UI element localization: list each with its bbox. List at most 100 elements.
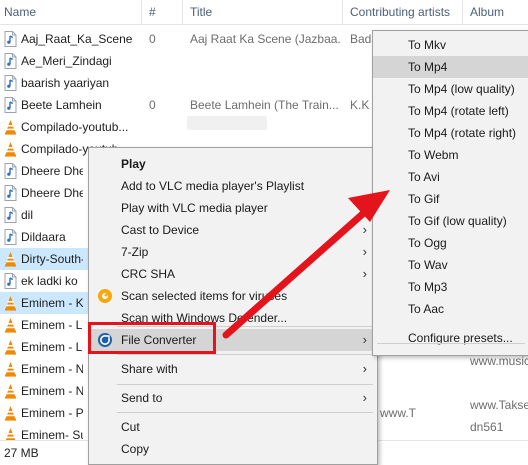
menu-item-label: Scan selected items for viruses xyxy=(121,289,288,303)
submenu-item[interactable]: To Mp4 (rotate right) xyxy=(373,122,528,144)
file-name: Eminem - N xyxy=(21,384,83,398)
file-name: Dildaara xyxy=(21,230,66,244)
file-name: Beete Lamhein xyxy=(21,98,102,112)
vlc-icon xyxy=(5,252,16,267)
track-artist: Bads xyxy=(350,32,374,46)
track-artist: K.K & xyxy=(350,98,374,112)
vlc-icon xyxy=(5,318,16,333)
column-divider[interactable] xyxy=(141,0,142,24)
menu-item-copy[interactable]: Copy xyxy=(89,438,377,460)
audio-file-icon xyxy=(4,97,17,113)
menu-item-label: Add to VLC media player's Playlist xyxy=(121,179,305,193)
audio-file-icon xyxy=(4,229,17,245)
album-cell: www.music xyxy=(470,354,528,368)
menu-item-scan-viruses[interactable]: Scan selected items for viruses xyxy=(89,285,377,307)
submenu-item-label: To Webm xyxy=(408,148,459,162)
column-name[interactable]: Name xyxy=(4,5,36,19)
chevron-right-icon: › xyxy=(362,332,367,347)
submenu-item[interactable]: To Mp4 xyxy=(373,56,528,78)
submenu-item-label: To Gif (low quality) xyxy=(408,214,507,228)
submenu-item[interactable]: To Gif xyxy=(373,188,528,210)
menu-separator xyxy=(117,384,373,385)
vlc-icon xyxy=(5,142,16,157)
blurred-title-cell xyxy=(187,116,267,130)
submenu-item[interactable]: To Gif (low quality) xyxy=(373,210,528,232)
file-name: Eminem - Lo xyxy=(21,340,83,354)
audio-file-icon xyxy=(4,31,17,47)
submenu-item-label: To Mkv xyxy=(408,38,447,52)
track-number: 0 xyxy=(149,98,156,112)
column-number[interactable]: # xyxy=(149,5,156,19)
column-album[interactable]: Album xyxy=(470,5,504,19)
submenu-separator xyxy=(377,343,525,344)
file-name: Dirty-South- xyxy=(21,252,83,266)
submenu-item-label: To Mp4 xyxy=(408,60,448,74)
menu-item-label: CRC SHA xyxy=(121,267,176,281)
menu-item-add-playlist[interactable]: Add to VLC media player's Playlist xyxy=(89,175,377,197)
audio-file-icon xyxy=(4,163,17,179)
file-name: Eminem - Lo xyxy=(21,318,83,332)
chevron-right-icon: › xyxy=(362,361,367,376)
submenu-item[interactable]: To Mp3 xyxy=(373,276,528,298)
audio-file-icon xyxy=(4,273,17,289)
menu-item-share-with[interactable]: Share with › xyxy=(89,358,377,380)
album-cell: dn561 xyxy=(470,420,504,434)
submenu-item-label: To Mp4 (rotate right) xyxy=(408,126,517,140)
menu-item-send-to[interactable]: Send to › xyxy=(89,387,377,409)
column-artists[interactable]: Contributing artists xyxy=(350,5,450,19)
submenu-item-label: To Mp4 (rotate left) xyxy=(408,104,509,118)
menu-item-label: Cut xyxy=(121,420,140,434)
column-divider[interactable] xyxy=(342,0,343,24)
selection-size: 27 MB xyxy=(4,446,39,460)
audio-file-icon xyxy=(4,185,17,201)
menu-item-play[interactable]: Play xyxy=(89,153,377,175)
column-title[interactable]: Title xyxy=(190,5,212,19)
menu-separator xyxy=(117,412,373,413)
file-name: Ae_Meri_Zindagi xyxy=(21,54,112,68)
file-name: Dheere Dheer xyxy=(21,164,83,178)
submenu-item[interactable]: To Avi xyxy=(373,166,528,188)
file-name: Aaj_Raat_Ka_Scene xyxy=(21,32,133,46)
submenu-item[interactable]: To Ogg xyxy=(373,232,528,254)
submenu-item-configure-presets[interactable]: Configure presets... xyxy=(373,327,528,349)
vlc-icon xyxy=(5,384,16,399)
track-title: Aaj Raat Ka Scene (Jazbaa... xyxy=(190,32,340,46)
file-name: Eminem - Ph xyxy=(21,406,83,420)
menu-item-cut[interactable]: Cut xyxy=(89,416,377,438)
context-menu: Play Add to VLC media player's Playlist … xyxy=(88,147,378,465)
submenu-item[interactable]: To Webm xyxy=(373,144,528,166)
chevron-right-icon: › xyxy=(362,222,367,237)
vlc-icon xyxy=(5,406,16,421)
submenu-item[interactable]: To Wav xyxy=(373,254,528,276)
column-divider[interactable] xyxy=(182,0,183,24)
menu-item-play-vlc[interactable]: Play with VLC media player xyxy=(89,197,377,219)
avast-icon xyxy=(98,289,112,303)
menu-item-cast[interactable]: Cast to Device › xyxy=(89,219,377,241)
menu-separator xyxy=(117,354,373,355)
menu-item-label: Cast to Device xyxy=(121,223,200,237)
submenu-item[interactable]: To Mp4 (low quality) xyxy=(373,78,528,100)
submenu-item-label: To Mp3 xyxy=(408,280,448,294)
album-cell: www.Takse xyxy=(470,398,528,412)
track-title: www.T xyxy=(380,406,416,420)
submenu-item-label: To Ogg xyxy=(408,236,447,250)
submenu-item[interactable]: To Mkv xyxy=(373,34,528,56)
track-title: Beete Lamhein (The Train... xyxy=(190,98,339,112)
column-divider[interactable] xyxy=(462,0,463,24)
file-name: Dheere Dheer xyxy=(21,186,83,200)
menu-item-7zip[interactable]: 7-Zip › xyxy=(89,241,377,263)
submenu-item-label: To Mp4 (low quality) xyxy=(408,82,515,96)
menu-item-crc-sha[interactable]: CRC SHA › xyxy=(89,263,377,285)
submenu-item[interactable]: To Mp4 (rotate left) xyxy=(373,100,528,122)
menu-item-label: Play with VLC media player xyxy=(121,201,268,215)
vlc-icon xyxy=(5,296,16,311)
audio-file-icon xyxy=(4,53,17,69)
menu-item-label: 7-Zip xyxy=(121,245,149,259)
file-name: ek ladki ko xyxy=(21,274,78,288)
file-name: Eminem - N xyxy=(21,362,83,376)
file-name: baarish yaariyan xyxy=(21,76,110,90)
submenu-item[interactable]: To Aac xyxy=(373,298,528,320)
menu-item-label: Send to xyxy=(121,391,163,405)
file-name: Eminem - Ki xyxy=(21,296,83,310)
vlc-icon xyxy=(5,120,16,135)
